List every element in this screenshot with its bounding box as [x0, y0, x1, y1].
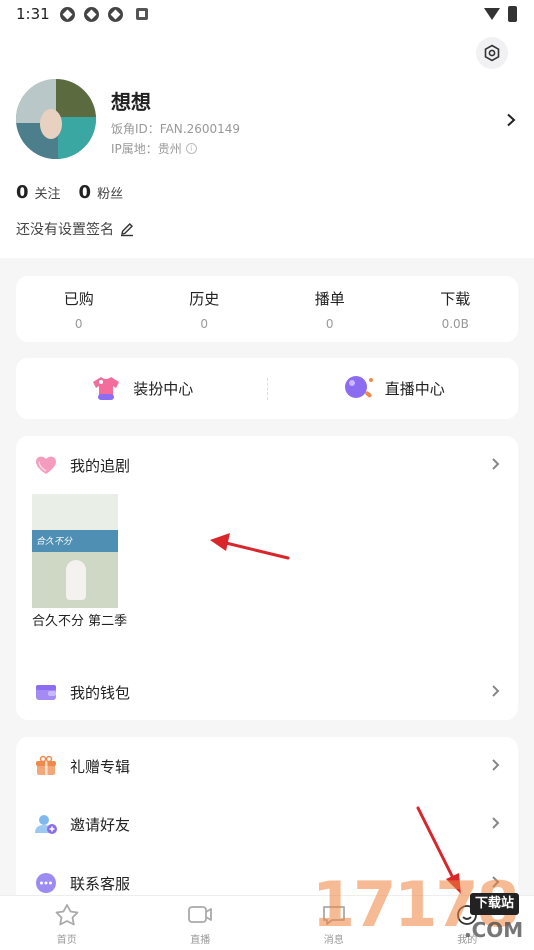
- watermark-suffix: .COM: [464, 918, 524, 942]
- avatar-photo-tile: [56, 79, 96, 119]
- customer-service-label: 联系客服: [70, 874, 131, 893]
- drama-wallet-card: 我的追剧 合久不分 合久不分 第二季 我的钱包: [16, 436, 518, 720]
- wallet-icon: [36, 685, 56, 700]
- fans-count[interactable]: 0: [79, 182, 92, 203]
- live-center-button[interactable]: 直播中心: [268, 374, 519, 404]
- stat-label: 下载: [440, 290, 471, 308]
- poster-figure: [66, 560, 86, 600]
- live-center-label: 直播中心: [384, 380, 445, 398]
- stat-playlist[interactable]: 播单 0: [267, 276, 393, 342]
- notification-icon: [84, 7, 99, 22]
- chevron-right-icon: [492, 759, 500, 771]
- chat-bubble-icon: [36, 873, 56, 893]
- dressup-center-label: 装扮中心: [133, 380, 194, 398]
- my-drama-label: 我的追剧: [70, 456, 131, 475]
- notification-icon: [108, 7, 123, 22]
- gift-album-row[interactable]: 礼赠专辑: [16, 741, 518, 791]
- stat-purchased[interactable]: 已购 0: [16, 276, 142, 342]
- poster-sky: [32, 494, 118, 530]
- gear-icon: [484, 44, 500, 62]
- poster-title-text: 合久不分: [36, 537, 73, 547]
- notification-icon: [60, 7, 75, 22]
- tab-live-label: 直播: [190, 935, 211, 946]
- profile-detail-button[interactable]: [506, 112, 516, 131]
- edit-icon[interactable]: [119, 221, 135, 237]
- battery-icon: [508, 6, 517, 22]
- avatar-face: [40, 109, 62, 139]
- app-notification-icon: [136, 8, 148, 20]
- tab-home-label: 首页: [56, 935, 77, 946]
- my-drama-row[interactable]: 我的追剧: [16, 440, 518, 490]
- info-icon[interactable]: i: [185, 143, 197, 154]
- signature[interactable]: 还没有设置签名: [16, 219, 135, 239]
- status-bar: 1:31: [0, 0, 534, 30]
- heart-icon: [36, 456, 56, 474]
- video-camera-icon: [188, 906, 213, 923]
- center-card: 装扮中心 直播中心: [16, 358, 518, 419]
- avatar[interactable]: [16, 79, 96, 159]
- stat-history[interactable]: 历史 0: [142, 276, 268, 342]
- home-star-icon: [55, 904, 79, 926]
- tab-live[interactable]: 直播: [134, 896, 268, 950]
- stat-value: 0: [74, 317, 83, 331]
- stat-label: 历史: [189, 290, 220, 308]
- watermark-badge: 下载站: [470, 893, 520, 915]
- chevron-right-icon: [492, 685, 500, 697]
- wallet-label: 我的钱包: [70, 683, 131, 702]
- invite-friends-label: 邀请好友: [70, 815, 131, 834]
- stat-label: 已购: [63, 290, 94, 308]
- user-id: 饭角ID：FAN.2600149: [111, 122, 241, 136]
- settings-button[interactable]: [476, 37, 508, 69]
- stats-card: 已购 0 历史 0 播单 0 下载 0.0B: [16, 276, 518, 342]
- live-mic-icon: [344, 375, 373, 398]
- user-name: 想想: [111, 90, 151, 114]
- follow-stats: 0 关注 0 粉丝: [16, 182, 135, 203]
- stat-value: 0: [200, 317, 209, 331]
- following-label[interactable]: 关注: [35, 183, 61, 202]
- invite-user-icon: [35, 815, 57, 834]
- chevron-right-icon: [492, 817, 500, 829]
- drama-poster[interactable]: 合久不分: [32, 494, 118, 608]
- chevron-right-icon: [507, 113, 516, 127]
- tab-home[interactable]: 首页: [0, 896, 134, 950]
- gift-album-label: 礼赠专辑: [70, 757, 131, 776]
- ip-location: IP属地：贵州 i: [111, 140, 197, 157]
- stat-value: 0: [325, 317, 334, 331]
- avatar-photo-tile: [58, 117, 96, 159]
- signature-text: 还没有设置签名: [16, 222, 114, 238]
- status-time: 1:31: [16, 5, 50, 23]
- invite-friends-row[interactable]: 邀请好友: [16, 799, 518, 849]
- gift-icon: [36, 755, 56, 775]
- fans-label[interactable]: 粉丝: [97, 183, 123, 202]
- chevron-right-icon: [492, 458, 500, 470]
- stat-label: 播单: [314, 290, 345, 308]
- stat-download[interactable]: 下载 0.0B: [393, 276, 519, 342]
- stat-value: 0.0B: [441, 317, 469, 331]
- dressup-center-button[interactable]: 装扮中心: [16, 374, 267, 404]
- ip-location-text: IP属地：贵州: [111, 142, 182, 156]
- drama-title[interactable]: 合久不分 第二季: [32, 612, 132, 632]
- wifi-icon: [484, 8, 500, 20]
- outfit-icon: [93, 376, 120, 400]
- wallet-row[interactable]: 我的钱包: [16, 667, 518, 717]
- following-count[interactable]: 0: [16, 182, 29, 203]
